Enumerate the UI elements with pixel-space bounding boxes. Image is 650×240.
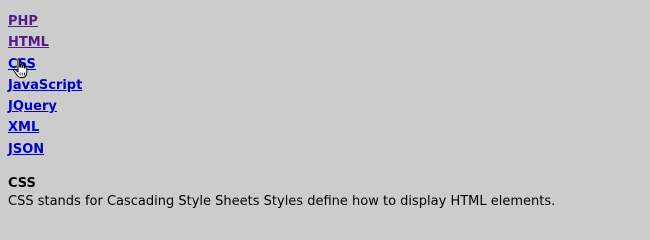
detail-description: CSS stands for Cascading Style Sheets St… [8, 194, 556, 209]
nav-link-css[interactable]: CSS [8, 57, 36, 72]
nav-item-jquery: JQuery [8, 96, 82, 117]
nav-item-html: HTML [8, 32, 82, 53]
detail-panel: CSS CSS stands for Cascading Style Sheet… [8, 175, 642, 211]
nav-item-javascript: JavaScript [8, 75, 82, 96]
nav-link-php[interactable]: PHP [8, 14, 38, 29]
nav-item-php: PHP [8, 11, 82, 32]
detail-title: CSS [8, 176, 36, 191]
nav-link-list: PHP HTML CSS JavaScript JQuery XML JSON [8, 11, 82, 160]
nav-link-javascript[interactable]: JavaScript [8, 78, 82, 93]
nav-link-jquery[interactable]: JQuery [8, 99, 57, 114]
nav-link-html[interactable]: HTML [8, 35, 49, 50]
nav-link-json[interactable]: JSON [8, 142, 44, 157]
nav-item-css: CSS [8, 54, 82, 75]
nav-item-json: JSON [8, 139, 82, 160]
nav-item-xml: XML [8, 117, 82, 138]
nav-link-xml[interactable]: XML [8, 120, 39, 135]
